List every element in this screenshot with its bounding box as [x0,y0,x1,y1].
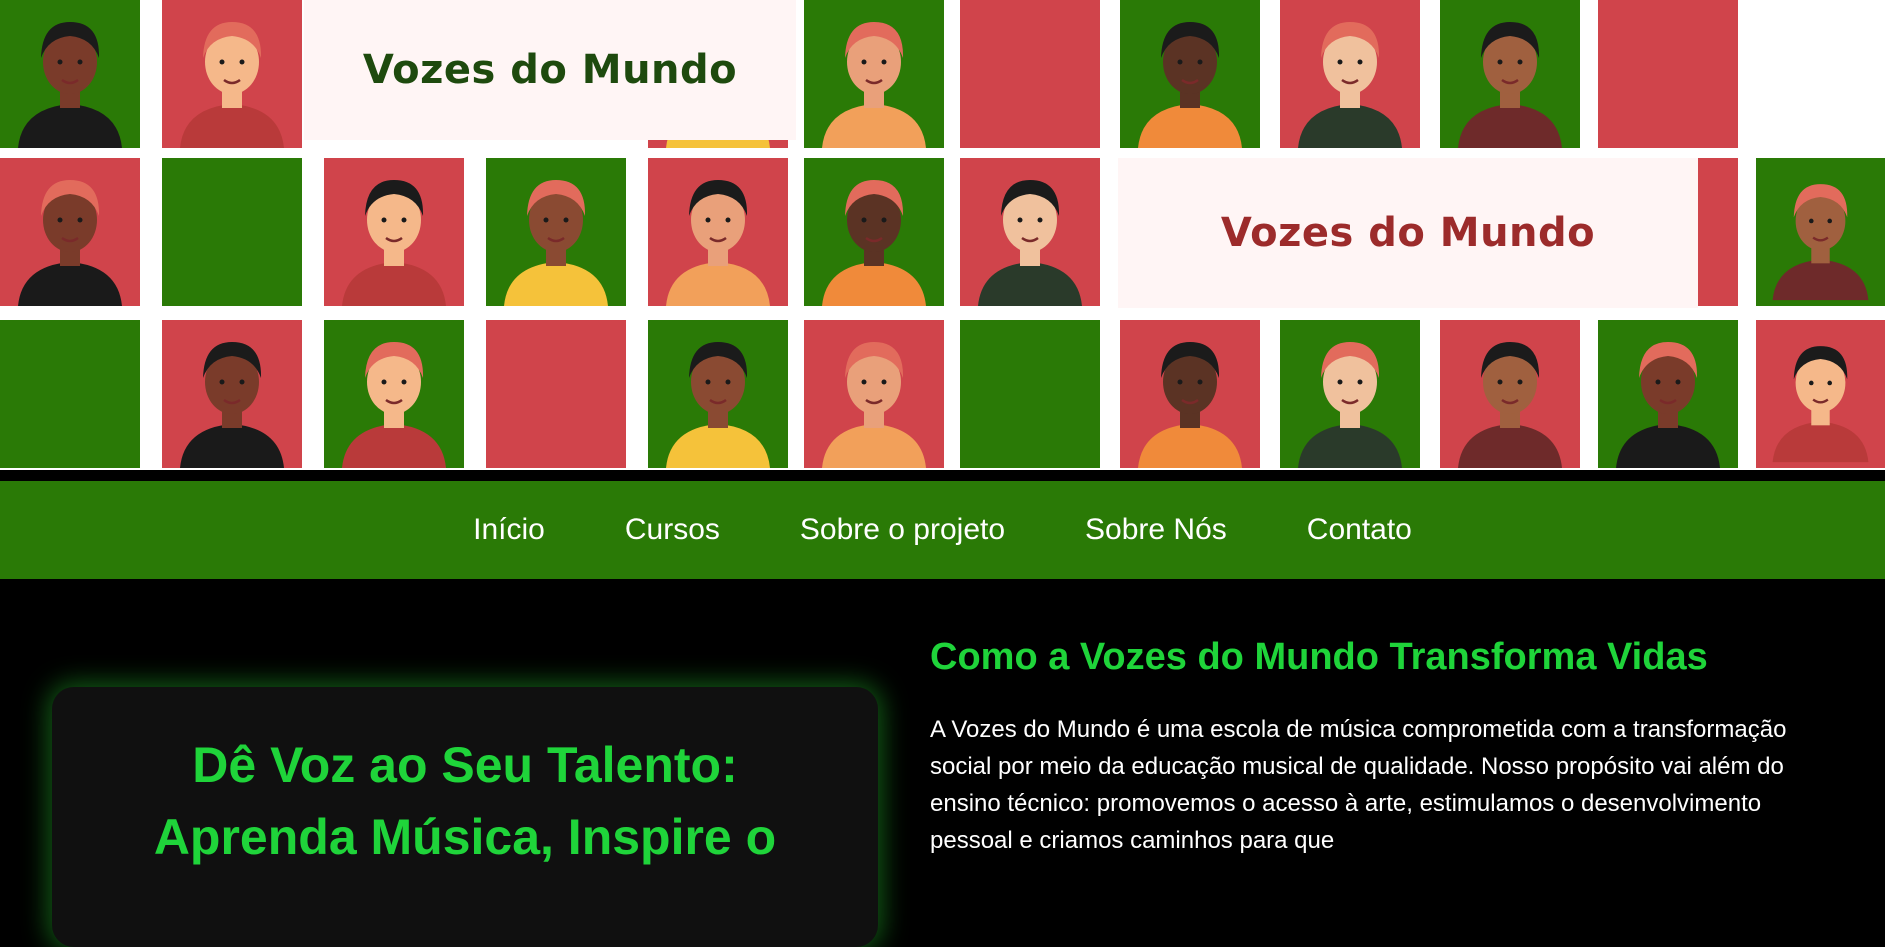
avatar-tile [1756,158,1885,306]
person-avatar-icon [1616,342,1720,468]
avatar-tile [1440,320,1580,468]
card-title: Dê Voz ao Seu Talento: Aprenda Música, I… [153,737,777,865]
avatar-tile [0,158,140,306]
person-avatar-icon [666,180,770,306]
avatar-tile [1598,0,1738,148]
about-title: Como a Vozes do Mundo Transforma Vidas [930,636,1708,678]
about-text: A Vozes do Mundo é uma escola de música … [930,716,1787,854]
person-avatar-icon [1138,342,1242,468]
person-avatar-icon [180,342,284,468]
person-avatar-icon [18,22,122,148]
avatar-tile [486,158,626,306]
nav-link-cursos[interactable]: Cursos [625,513,720,547]
person-avatar-icon [1298,342,1402,468]
about-section: Como a Vozes do Mundo Transforma Vidas A… [930,636,1810,859]
person-avatar-icon [666,342,770,468]
avatar-tile [1120,320,1260,468]
avatar-tile [804,320,944,468]
avatar-tile [960,158,1100,306]
avatar-tile [0,0,140,148]
hero-card: Dê Voz ao Seu Talento: Aprenda Música, I… [52,687,878,947]
person-avatar-icon [342,342,446,468]
person-avatar-icon [1298,22,1402,148]
avatar-tile [648,158,788,306]
avatar-tile [1756,320,1885,468]
avatar-tile [960,0,1100,148]
main-content: Dê Voz ao Seu Talento: Aprenda Música, I… [0,579,1885,947]
brand-logo-text: Vozes do Mundo [1220,210,1596,256]
avatar-tile [1120,0,1260,148]
avatar-tile [162,320,302,468]
nav-link-inicio[interactable]: Início [473,513,545,547]
avatar-tile [162,0,302,148]
nav-link-contato[interactable]: Contato [1307,513,1412,547]
avatar-tile [486,320,626,468]
avatar-tile [1598,320,1738,468]
person-avatar-icon [1772,184,1869,301]
person-avatar-icon [180,22,284,148]
nav-link-sobre-nos[interactable]: Sobre Nós [1085,513,1227,547]
hero-divider [0,470,1885,481]
hero-banner: Vozes do Mundo Vozes do Mundo [0,0,1885,481]
avatar-tile [804,158,944,306]
brand-panel-middle: Vozes do Mundo [1118,158,1698,308]
avatar-tile [648,320,788,468]
person-avatar-icon [18,180,122,306]
person-avatar-icon [978,180,1082,306]
person-avatar-icon [1458,342,1562,468]
person-avatar-icon [504,180,608,306]
person-avatar-icon [1138,22,1242,148]
avatar-tile [1440,0,1580,148]
nav-link-sobre-projeto[interactable]: Sobre o projeto [800,513,1005,547]
avatar-tile [0,320,140,468]
brand-panel-top: Vozes do Mundo [304,0,796,140]
person-avatar-icon [342,180,446,306]
avatar-tile [1280,320,1420,468]
avatar-tile [960,320,1100,468]
person-avatar-icon [822,342,926,468]
avatar-tile [804,0,944,148]
avatar-tile [162,158,302,306]
person-avatar-icon [1458,22,1562,148]
person-avatar-icon [822,22,926,148]
brand-logo-text: Vozes do Mundo [362,47,738,93]
avatar-tile [1280,0,1420,148]
avatar-tile [324,320,464,468]
person-avatar-icon [822,180,926,306]
person-avatar-icon [1772,346,1869,463]
main-nav: Início Cursos Sobre o projeto Sobre Nós … [0,481,1885,579]
avatar-tile [324,158,464,306]
